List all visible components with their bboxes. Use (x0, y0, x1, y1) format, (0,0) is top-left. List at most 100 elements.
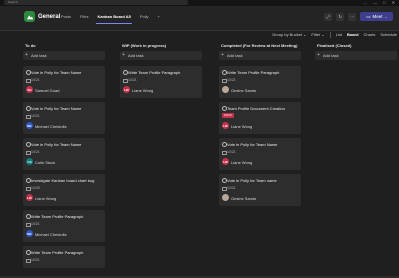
add-task-label: Add task (128, 53, 144, 58)
filter-dropdown[interactable]: Filter ⌄ (311, 30, 324, 40)
avatar: MC (26, 230, 33, 237)
meet-label: Meet (372, 14, 383, 19)
view-charts[interactable]: Charts (364, 30, 376, 40)
task-title: Vote in Polly for Team Name (31, 142, 82, 147)
due-date: 10/21 (31, 222, 40, 226)
assignee-name: Liane Wong (132, 88, 154, 93)
assignee-name: Liane Wong (231, 160, 253, 165)
meet-button[interactable]: ▭ Meet ⌄ (360, 12, 393, 21)
refresh-icon[interactable]: ↻ (336, 12, 345, 21)
task-title: Vote in Polly for Team Name (31, 106, 82, 111)
task-card[interactable]: Investigate Kanban board chart bug 10/28… (23, 174, 105, 206)
bucket-completed: Completed (For Review at Next Meeting) +… (219, 41, 301, 210)
avatar: SG (26, 86, 33, 93)
avatar: LW (222, 158, 229, 165)
add-task-label: Add task (227, 53, 243, 58)
task-card[interactable]: Vote in Polly for Team Name 10/21 MC Mic… (23, 102, 105, 134)
task-title: Write Team Profile Paragraph (227, 70, 280, 75)
bucket-title: Finalised (Closed) (317, 43, 352, 48)
assignee-name: Liane Wong (231, 124, 253, 129)
header-actions: ⤢ ↻ ⋯ ▭ Meet ⌄ (324, 12, 393, 21)
plus-icon: + (122, 52, 125, 58)
avatar: LW (26, 194, 33, 201)
task-title: Vote in Polly for Team name (227, 178, 277, 183)
assignee-name: Colin Stock (35, 160, 56, 165)
view-list[interactable]: List (336, 30, 342, 40)
channel-tabs: Posts Files Kanban Board A5 + Polly + (60, 13, 161, 24)
add-task-button[interactable]: + Add task (219, 51, 301, 60)
avatar (222, 194, 229, 201)
team-avatar-icon[interactable] (24, 11, 35, 22)
assignee-name: Liane Wong (35, 196, 57, 201)
due-date: 10/21 (31, 150, 40, 154)
more-icon[interactable]: ⋯ (348, 12, 357, 21)
due-date: 10/21 (227, 78, 236, 82)
avatar: MC (26, 122, 33, 129)
add-task-button[interactable]: + Add task (315, 51, 397, 60)
tab-posts[interactable]: Posts (60, 13, 72, 21)
avatar: LW (123, 86, 130, 93)
add-task-label: Add task (323, 53, 339, 58)
assignee-name: Gesine Sands (231, 88, 257, 93)
avatar (222, 86, 229, 93)
expand-icon[interactable]: ⤢ (324, 12, 333, 21)
due-date: 10/21 (31, 258, 40, 262)
due-date: 10/28 (31, 186, 40, 190)
task-card[interactable]: Write Team Profile Paragraph 10/21 Gesin… (219, 66, 301, 98)
task-card[interactable]: Vote in Polly for Team Name 10/21 CS Col… (23, 138, 105, 170)
toolbar-divider (329, 32, 331, 38)
bucket-title: WIP (Work in progress) (122, 43, 167, 48)
bucket-wip: WIP (Work in progress) + Add task Write … (120, 41, 202, 102)
due-date: 10/21 (227, 186, 236, 190)
add-task-label: Add task (31, 53, 47, 58)
plus-icon: + (25, 52, 28, 58)
avatar: CS (26, 158, 33, 165)
assignee-name: Samuel Goad (35, 88, 60, 93)
bucket-title: Completed (For Review at Next Meeting) (221, 43, 298, 48)
task-card[interactable]: Vote in Polly for Team Name 10/21 SG Sam… (23, 66, 105, 98)
avatar: LW (222, 122, 229, 129)
view-board[interactable]: Board (347, 30, 359, 40)
video-icon: ▭ (366, 13, 371, 19)
due-date: 10/21 (31, 114, 40, 118)
planner-toolbar: Group by Bucket ⌄ Filter ⌄ List Board Ch… (0, 30, 399, 40)
kanban-board: To do + Add task Vote in Polly for Team … (0, 41, 399, 278)
task-title: Write Team Profile Paragraph (31, 214, 84, 219)
tab-files[interactable]: Files (79, 13, 89, 21)
task-title: Investigate Kanban board chart bug (31, 178, 95, 183)
task-title: Write Team Profile Paragraph (31, 250, 84, 255)
plus-icon: + (221, 52, 224, 58)
task-title: Team Profile Document Creation (227, 106, 285, 111)
task-card[interactable]: Team Profile Document Creation 10/19 LW … (219, 102, 301, 134)
tab-polly[interactable]: Polly (139, 13, 150, 21)
task-title: Write Team Profile Paragraph (128, 70, 181, 75)
group-by-dropdown[interactable]: Group by Bucket ⌄ (272, 30, 306, 40)
task-card[interactable]: Write Team Profile Paragraph 10/21 (23, 246, 105, 268)
task-card[interactable]: Vote in Polly for Team name 10/21 Gesine… (219, 174, 301, 206)
task-card[interactable]: Write Team Profile Paragraph 10/21 MC Mi… (23, 210, 105, 242)
add-task-button[interactable]: + Add task (120, 51, 202, 60)
due-date: 10/21 (227, 150, 236, 154)
assignee-name: Gesine Sands (231, 196, 257, 201)
channel-header: General Posts Files Kanban Board A5 + Po… (0, 6, 399, 31)
plus-icon: + (317, 52, 320, 58)
view-schedule[interactable]: Schedule (380, 30, 397, 40)
assignee-name: Michael Christofis (35, 232, 67, 237)
bucket-to-do: To do + Add task Vote in Polly for Team … (23, 41, 105, 272)
tab-kanban-board[interactable]: Kanban Board A5 (96, 13, 133, 24)
overdue-date-badge: 10/19 (222, 113, 234, 118)
search-input[interactable]: Search (4, 0, 188, 5)
due-date: 10/21 (128, 78, 137, 82)
task-card[interactable]: Write Team Profile Paragraph 10/21 LW Li… (120, 66, 202, 98)
channel-name: General (38, 14, 61, 20)
add-tab-button[interactable]: + (157, 13, 161, 21)
task-card[interactable]: Vote in Polly for Team Name 10/21 LW Lia… (219, 138, 301, 170)
bucket-finalised: Finalised (Closed) + Add task (315, 41, 397, 66)
due-date: 10/21 (31, 78, 40, 82)
task-title: Vote in Polly for Team Name (31, 70, 82, 75)
bucket-title: To do (25, 43, 36, 48)
assignee-name: Michael Christofis (35, 124, 67, 129)
add-task-button[interactable]: + Add task (23, 51, 105, 60)
chevron-down-icon: ⌄ (384, 14, 387, 19)
task-title: Vote in Polly for Team Name (227, 142, 278, 147)
